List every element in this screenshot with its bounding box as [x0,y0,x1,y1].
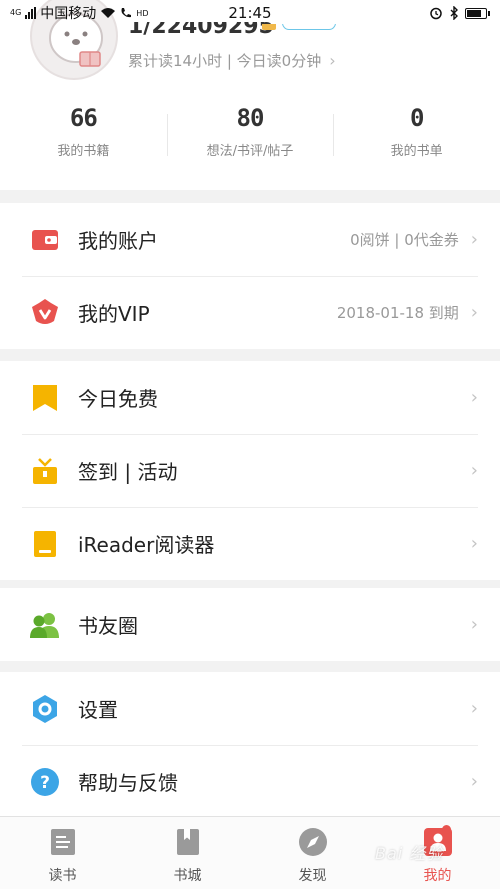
menu-item-label: 今日免费 [78,387,158,411]
count-value: 66 [69,104,98,132]
compass-icon [298,827,328,857]
menu-item-label: 帮助与反馈 [78,771,178,795]
count-my-books[interactable]: 66 我的书籍 [0,104,167,168]
menu-item-ireader[interactable]: iReader阅读器 › [0,507,500,580]
help-icon: ? [30,767,60,797]
count-value: 0 [409,104,424,132]
menu-item-free-today[interactable]: 今日免费 › [0,361,500,434]
menu-item-checkin[interactable]: 签到 | 活动 › [0,434,500,507]
menu-item-label: 我的VIP [78,302,150,326]
count-label: 想法/书评/帖子 [206,144,294,159]
section-divider [0,190,500,203]
activity-section: 今日免费 › 签到 | 活动 › iReader阅读器 › [0,361,500,580]
network-type: 4G [10,8,22,17]
chevron-right-icon: › [470,533,478,554]
menu-item-label: 我的账户 [78,229,158,253]
tab-reading[interactable]: 读书 [0,817,125,889]
menu-item-label: 设置 [78,698,118,722]
tab-label: 发现 [298,868,327,884]
count-book-lists[interactable]: 0 我的书单 [333,104,500,168]
profile-header: 1/22409295 累计读14小时 | 今日读0分钟 › 66 我的书籍 80… [0,0,500,190]
battery-icon [465,7,490,19]
vip-expiry: 2018-01-18 到期 [336,304,459,322]
tab-label: 读书 [48,868,77,884]
section-divider [0,349,500,361]
reading-stats-text: 累计读14小时 | 今日读0分钟 [128,52,322,70]
menu-item-my-account[interactable]: 我的账户 0阅饼 | 0代金券 › [0,203,500,276]
vip-crown-icon [30,298,60,328]
chevron-right-icon: › [470,614,478,635]
tab-bookstore[interactable]: 书城 [125,817,250,889]
reading-stats[interactable]: 累计读14小时 | 今日读0分钟 › [128,50,336,71]
count-thoughts[interactable]: 80 想法/书评/帖子 [166,104,334,168]
menu-item-label: 签到 | 活动 [78,460,178,484]
gift-icon [30,456,60,486]
wallet-icon [30,225,60,255]
ereader-icon [30,529,60,559]
settings-section: 设置 › ? 帮助与反馈 › [0,672,500,818]
menu-item-book-friends[interactable]: 书友圈 › [0,588,500,661]
tab-label: 我的 [423,868,452,884]
tab-discover[interactable]: 发现 [250,817,375,889]
account-section: 我的账户 0阅饼 | 0代金券 › 我的VIP 2018-01-18 到期 › [0,203,500,349]
chevron-right-icon: › [470,771,478,792]
notification-dot [442,825,451,834]
carrier-name: 中国移动 [40,6,97,22]
bookstore-icon [173,827,203,857]
count-label: 我的书单 [390,144,443,159]
section-divider [0,580,500,588]
count-label: 我的书籍 [57,144,110,159]
chevron-right-icon: › [470,460,478,481]
friends-icon [30,610,60,640]
hexagon-settings-icon [30,694,60,724]
hd-indicator: HD [136,8,149,18]
menu-item-label: iReader阅读器 [78,533,215,557]
wifi-icon [101,8,116,18]
menu-item-settings[interactable]: 设置 › [0,672,500,745]
section-divider [0,661,500,672]
chevron-right-icon: › [470,302,478,323]
menu-item-help[interactable]: ? 帮助与反馈 › [0,745,500,818]
menu-item-my-vip[interactable]: 我的VIP 2018-01-18 到期 › [0,276,500,349]
chevron-right-icon: › [470,387,478,408]
chevron-right-icon: › [329,51,336,70]
book-icon [48,827,78,857]
alarm-icon [430,7,442,20]
status-bar: 4G 中国移动 HD 21:45 [0,0,500,26]
chevron-right-icon: › [470,229,478,250]
social-section: 书友圈 › [0,588,500,661]
count-value: 80 [236,104,265,132]
menu-item-label: 书友圈 [78,614,138,638]
bookmark-icon [30,383,60,413]
account-balance: 0阅饼 | 0代金券 [350,231,459,249]
bluetooth-icon [450,6,458,20]
tab-label: 书城 [173,868,202,884]
bottom-tab-bar: 读书 书城 发现 我的 [0,816,500,889]
tab-mine[interactable]: 我的 [375,817,500,889]
signal-icon [25,7,37,19]
phone-icon [121,8,132,18]
svg-text:?: ? [40,773,50,793]
chevron-right-icon: › [470,698,478,719]
profile-counts: 66 我的书籍 80 想法/书评/帖子 0 我的书单 [0,104,500,168]
